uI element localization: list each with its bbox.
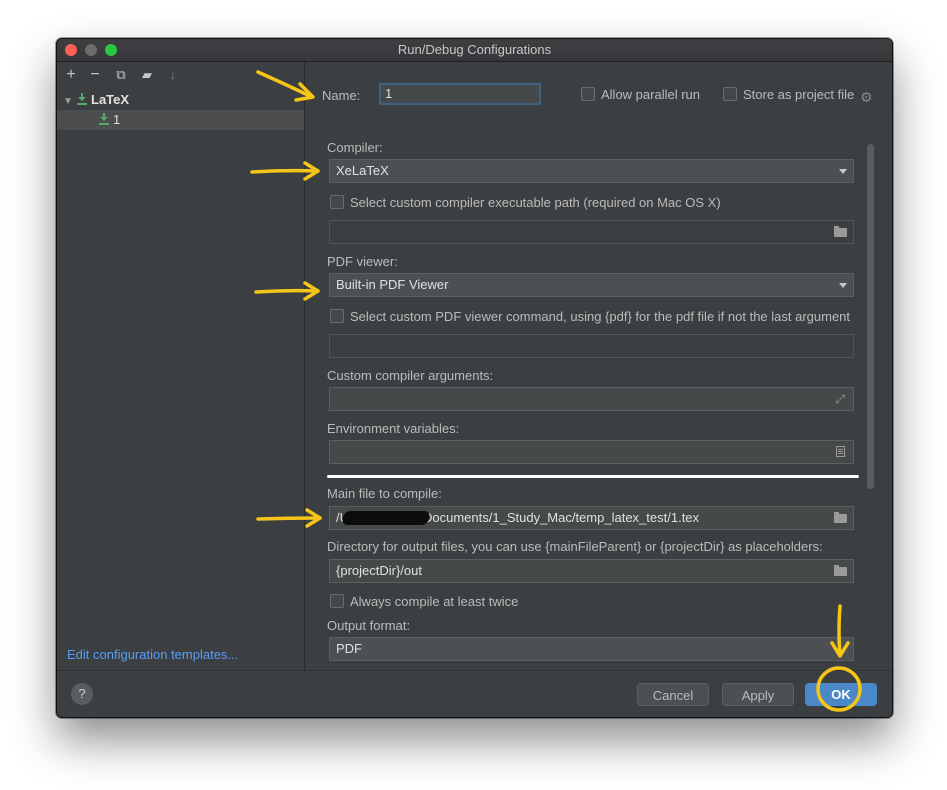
separator: [327, 475, 859, 478]
gear-icon[interactable]: ⚙: [860, 89, 873, 106]
redaction-mark: [341, 511, 431, 525]
title-bar[interactable]: Run/Debug Configurations: [57, 39, 892, 62]
tree-group-label: LaTeX: [91, 92, 130, 107]
close-window-button[interactable]: [65, 44, 77, 56]
pdf-viewer-command-field[interactable]: [329, 334, 854, 358]
compiler-dropdown[interactable]: XeLaTeX: [329, 159, 854, 183]
store-project-label: Store as project file: [743, 87, 855, 102]
scrollbar[interactable]: [867, 144, 874, 489]
compiler-label: Compiler:: [327, 140, 383, 155]
allow-parallel-label: Allow parallel run: [601, 87, 700, 102]
chevron-down-icon[interactable]: ▼: [63, 92, 77, 112]
output-dir-label: Directory for output files, you can use …: [327, 539, 823, 554]
cancel-button[interactable]: Cancel: [637, 683, 709, 706]
compiler-args-label: Custom compiler arguments:: [327, 368, 494, 383]
compile-twice-label: Always compile at least twice: [350, 594, 519, 609]
allow-parallel-checkbox[interactable]: [581, 87, 595, 101]
env-vars-field[interactable]: [329, 440, 854, 464]
output-format-value: PDF: [336, 641, 362, 656]
custom-compiler-label: Select custom compiler executable path (…: [350, 195, 721, 210]
tree-item-label: 1: [113, 112, 121, 127]
window-title: Run/Debug Configurations: [397, 42, 552, 57]
edit-templates-link[interactable]: Edit configuration templates...: [67, 647, 238, 662]
output-dir-field[interactable]: {projectDir}/out: [329, 559, 854, 583]
main-file-path: Documents/1_Study_Mac/temp_latex_test/1.…: [423, 510, 700, 525]
maximize-window-button[interactable]: [105, 44, 117, 56]
output-format-label: Output format:: [327, 618, 411, 633]
sort-icon[interactable]: ↓: [163, 65, 183, 85]
folder-icon[interactable]: [834, 565, 847, 576]
run-debug-dialog: Run/Debug Configurations + − ⧉ ▰ ↓ ▼ LaTe…: [56, 38, 893, 718]
remove-icon[interactable]: −: [85, 65, 105, 85]
pdf-viewer-value: Built-in PDF Viewer: [336, 277, 449, 292]
expand-icon[interactable]: ⤢: [835, 393, 845, 405]
dialog-footer: ? Cancel Apply OK: [57, 670, 892, 717]
copy-icon[interactable]: ⧉: [111, 65, 131, 85]
custom-pdf-checkbox[interactable]: [330, 309, 344, 323]
pdf-viewer-dropdown[interactable]: Built-in PDF Viewer: [329, 273, 854, 297]
store-project-checkbox[interactable]: [723, 87, 737, 101]
output-format-dropdown[interactable]: PDF: [329, 637, 854, 661]
latex-run-icon: [77, 93, 87, 105]
custom-pdf-label: Select custom PDF viewer command, using …: [350, 309, 851, 324]
help-button[interactable]: ?: [71, 683, 93, 705]
compile-twice-checkbox[interactable]: [330, 594, 344, 608]
document-icon[interactable]: [836, 446, 845, 457]
env-vars-label: Environment variables:: [327, 421, 460, 436]
compiler-args-field[interactable]: ⤢: [329, 387, 854, 411]
compiler-path-field[interactable]: [329, 220, 854, 244]
custom-compiler-checkbox[interactable]: [330, 195, 344, 209]
latex-run-icon: [99, 113, 109, 125]
name-input[interactable]: 1: [379, 83, 541, 105]
folder-icon[interactable]: [834, 226, 847, 237]
sidebar-toolbar: + − ⧉ ▰ ↓: [57, 62, 304, 88]
minimize-window-button[interactable]: [85, 44, 97, 56]
folder-icon[interactable]: [834, 512, 847, 523]
new-folder-icon[interactable]: ▰: [137, 65, 157, 85]
pdf-viewer-label: PDF viewer:: [327, 254, 398, 269]
main-file-label: Main file to compile:: [327, 486, 442, 501]
chevron-down-icon: [839, 169, 847, 174]
name-label: Name:: [322, 88, 361, 103]
chevron-down-icon: [839, 283, 847, 288]
add-icon[interactable]: +: [61, 65, 81, 85]
apply-button[interactable]: Apply: [722, 683, 794, 706]
tree-item-1[interactable]: 1: [57, 110, 304, 130]
ok-button[interactable]: OK: [805, 683, 877, 706]
tree-group-latex[interactable]: ▼ LaTeX: [63, 90, 304, 110]
compiler-value: XeLaTeX: [336, 163, 389, 178]
output-dir-value: {projectDir}/out: [336, 563, 422, 578]
configurations-sidebar: + − ⧉ ▰ ↓ ▼ LaTeX 1 Edit configuration te…: [57, 62, 305, 670]
